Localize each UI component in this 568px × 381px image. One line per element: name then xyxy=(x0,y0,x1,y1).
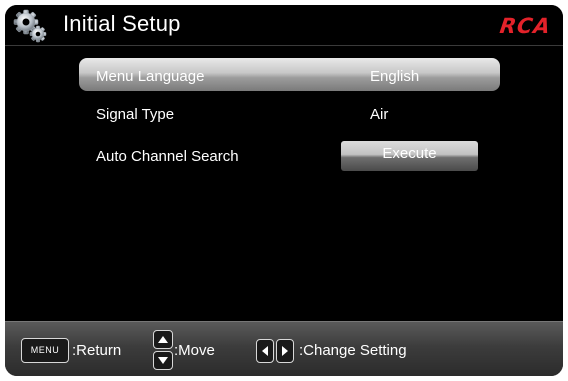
move-hint: :Move xyxy=(174,342,215,359)
signal-type-value[interactable]: Air xyxy=(370,106,388,123)
right-arrow-key-icon xyxy=(276,339,294,363)
header: Initial Setup RCA xyxy=(5,5,563,45)
menu-key-icon: MENU xyxy=(21,338,69,363)
footer-legend: MENU :Return :Move :Change Setting xyxy=(5,321,563,376)
menu-language-label: Menu Language xyxy=(96,68,205,85)
change-setting-hint: :Change Setting xyxy=(299,342,407,359)
return-hint: :Return xyxy=(72,342,122,359)
signal-type-label: Signal Type xyxy=(96,106,175,123)
auto-channel-search-label: Auto Channel Search xyxy=(96,148,239,165)
up-arrow-key-icon xyxy=(153,330,173,349)
down-arrow-key-icon xyxy=(153,351,173,370)
page-title: Initial Setup xyxy=(63,11,181,36)
header-divider xyxy=(5,45,563,46)
gear-icon xyxy=(13,9,47,43)
left-arrow-key-icon xyxy=(256,339,274,363)
execute-button[interactable]: Execute xyxy=(341,141,478,171)
menu-language-value[interactable]: English xyxy=(370,68,419,85)
brand-logo: RCA xyxy=(498,14,553,38)
setup-screen: Initial Setup RCA Menu Language English … xyxy=(5,5,563,376)
